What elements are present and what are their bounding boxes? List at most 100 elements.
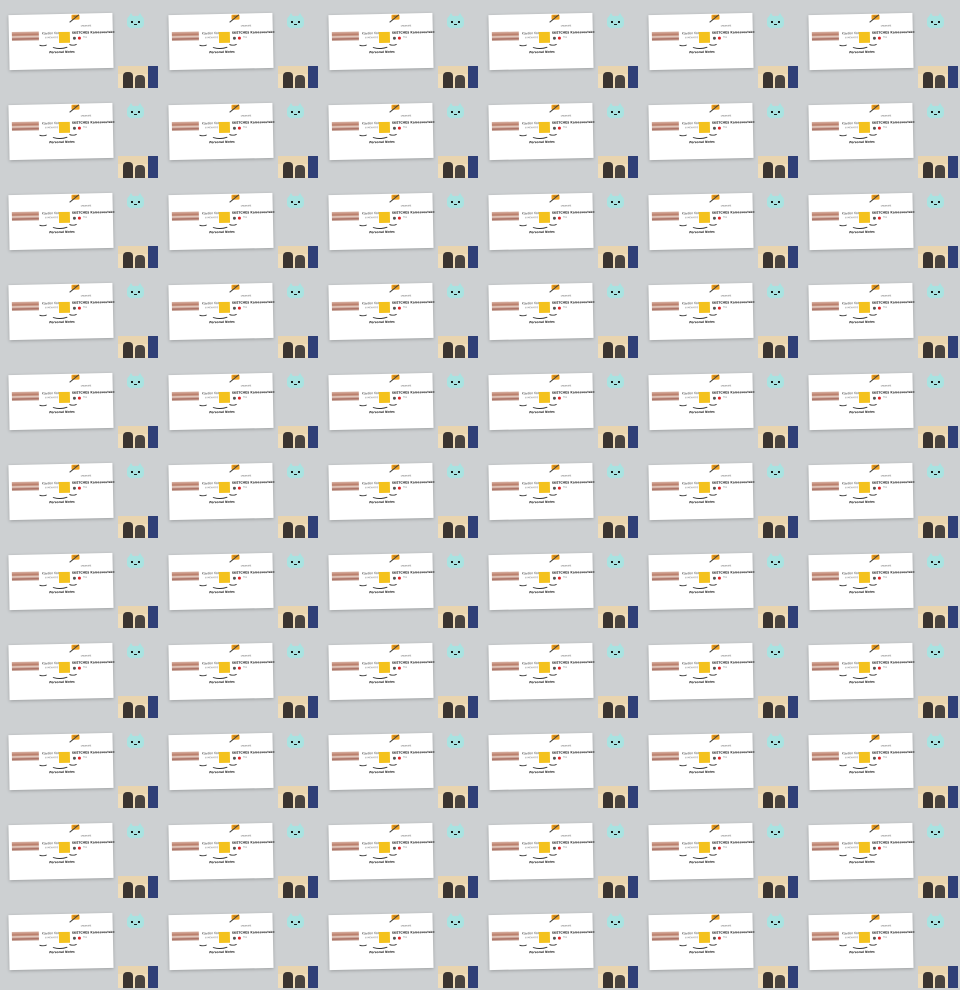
arc-icon [837, 130, 849, 137]
thumb-person [763, 612, 773, 628]
cat-mouth [774, 924, 777, 925]
photo-thumbnail [758, 696, 798, 718]
card-photo-strip [171, 301, 199, 312]
card-headline: SKETCHES Kaisesseutsko [231, 119, 275, 125]
red-dot-icon [77, 216, 81, 220]
cat-head [607, 556, 624, 568]
arc-icon [51, 401, 70, 410]
wallpaper-tile: Kayden ficks SOMEWHERE NEW! CREATURE SKE… [640, 630, 800, 720]
cat-eye [458, 741, 460, 743]
card-tiny-text: Shop [882, 757, 887, 759]
arc-icon [227, 489, 239, 496]
mint-cat-icon [447, 553, 464, 568]
cat-eye [138, 741, 140, 743]
wallpaper-tile: Kayden ficks SOMEWHERE NEW! CREATURE SKE… [800, 630, 960, 720]
card-photo-strip [11, 841, 39, 852]
mint-cat-icon [447, 283, 464, 298]
red-dot-icon [77, 756, 81, 760]
card-headline: SKETCHES Kaisesseutsko [71, 29, 115, 35]
cat-mouth [294, 834, 297, 835]
arc-icon [51, 761, 70, 770]
mint-cat-icon [767, 733, 784, 748]
card-subtext: SOMEWHERE [844, 397, 859, 400]
card-caption: CREATURE [880, 745, 892, 748]
card-headline: SKETCHES Kaisesseutsko [231, 569, 275, 575]
name-card: Kayden ficks SOMEWHERE NEW! CREATURE SKE… [8, 642, 115, 701]
arc-icon [531, 311, 550, 320]
arc-icon [387, 309, 399, 316]
cat-mouth [614, 924, 617, 925]
thumb-person [923, 522, 933, 538]
thumb-person [935, 885, 945, 898]
card-tiny-text: Shop [722, 487, 727, 489]
cat-mouth [934, 744, 937, 745]
card-signature: Personal Notes [849, 859, 875, 865]
cat-eye [611, 921, 613, 923]
photo-thumbnail [598, 606, 638, 628]
card-headline: SKETCHES Kaisesseutsko [231, 299, 275, 305]
card-signature: Personal Notes [49, 409, 75, 415]
arc-icon [51, 851, 70, 860]
arc-icon [851, 761, 870, 770]
mint-cat-icon [287, 733, 304, 748]
mint-cat-icon [127, 913, 144, 928]
photo-thumbnail [598, 426, 638, 448]
card-photo-strip [491, 571, 519, 582]
wallpaper-tile: Kayden ficks SOMEWHERE NEW! CREATURE SKE… [160, 180, 320, 270]
cat-head [927, 646, 944, 658]
cat-eye [131, 291, 133, 293]
arc-icon [707, 849, 719, 856]
thumb-person [455, 165, 465, 178]
cat-eye [138, 381, 140, 383]
cat-eye [458, 471, 460, 473]
card-caption: CREATURE [880, 475, 892, 478]
card-caption: CREATURE [400, 835, 412, 838]
arc-icon [851, 491, 870, 500]
name-card: Kayden ficks SOMEWHERE NEW! CREATURE SKE… [808, 822, 915, 881]
arc-icon [371, 41, 390, 50]
red-dot-icon [557, 576, 561, 580]
card-subtext: SOMEWHERE [204, 577, 219, 580]
arc-icon [227, 399, 239, 406]
card-subtext: SOMEWHERE [204, 937, 219, 940]
card-tiny-text: Shop [402, 757, 407, 759]
card-photo-strip [811, 751, 839, 762]
card-headline: SKETCHES Kaisesseutsko [71, 839, 115, 845]
card-subtext: SOMEWHERE [204, 217, 219, 220]
arc-icon [837, 490, 849, 497]
card-headline: SKETCHES Kaisesseutsko [551, 569, 595, 575]
card-signature: Personal Notes [369, 409, 395, 415]
thumb-person [295, 885, 305, 898]
thumb-person [935, 525, 945, 538]
cat-eye [298, 21, 300, 23]
cat-eye [138, 201, 140, 203]
red-dot-icon [77, 36, 81, 40]
card-headline: SKETCHES Kaisesseutsko [391, 929, 435, 935]
card-photo-strip [651, 211, 679, 222]
name-card: Kayden ficks SOMEWHERE NEW! CREATURE SKE… [648, 462, 755, 521]
card-photo-strip [171, 31, 199, 42]
arc-icon [51, 671, 70, 680]
name-card: Kayden ficks SOMEWHERE NEW! CREATURE SKE… [648, 102, 755, 161]
arc-icon [211, 851, 230, 860]
cat-mouth [294, 744, 297, 745]
cat-eye [131, 561, 133, 563]
red-dot-icon [557, 666, 561, 670]
card-photo-strip [491, 301, 519, 312]
wallpaper-tile: Kayden ficks SOMEWHERE NEW! CREATURE SKE… [800, 540, 960, 630]
card-photo-strip [651, 301, 679, 312]
card-tiny-text: Shop [562, 577, 567, 579]
arc-icon [67, 939, 79, 946]
card-headline: SKETCHES Kaisesseutsko [551, 389, 595, 395]
cat-mouth [454, 744, 457, 745]
card-signature: Personal Notes [209, 769, 235, 775]
thumb-person [935, 165, 945, 178]
card-headline: SKETCHES Kaisesseutsko [231, 479, 275, 485]
photo-thumbnail [918, 336, 958, 358]
name-card: Kayden ficks SOMEWHERE NEW! CREATURE SKE… [648, 192, 755, 251]
arc-icon [357, 40, 369, 47]
card-subtext: SOMEWHERE [684, 667, 699, 670]
card-subtext: SOMEWHERE [844, 577, 859, 580]
thumb-door [468, 426, 478, 448]
card-photo-strip [171, 211, 199, 222]
